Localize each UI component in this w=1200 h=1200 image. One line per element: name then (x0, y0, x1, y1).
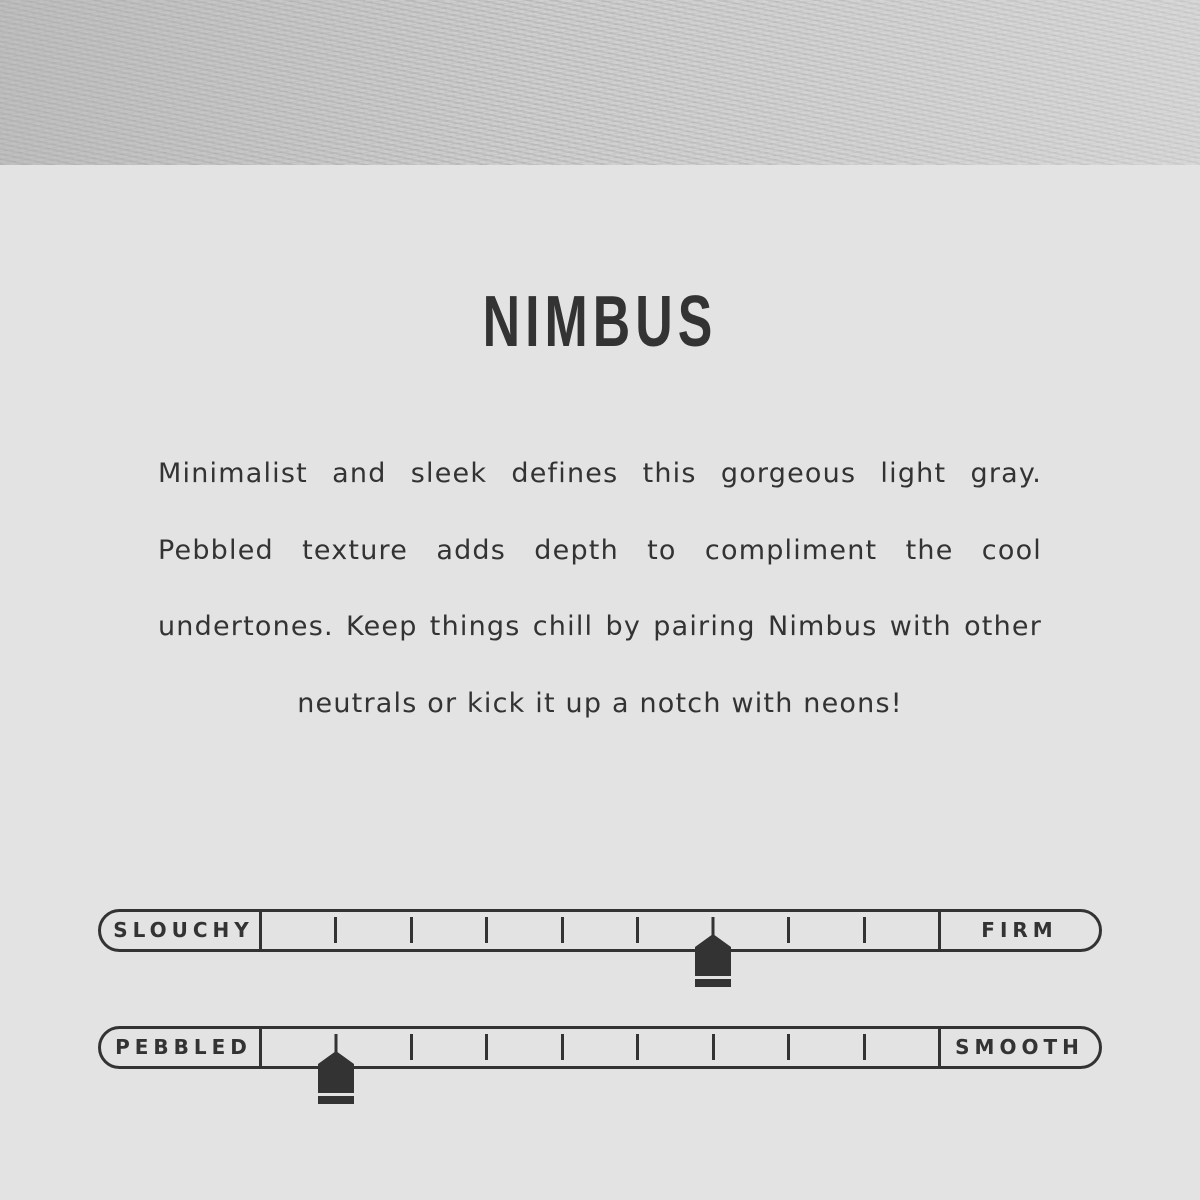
scale-tick (409, 1034, 413, 1060)
scale-tick (787, 1034, 791, 1060)
leather-swatch-image (0, 0, 1200, 165)
scale-tick (862, 917, 866, 943)
scale-left-label: PEBBLED (115, 1035, 252, 1059)
scale-tick (485, 917, 489, 943)
scale-tick (409, 917, 413, 943)
marker-pointer-icon (317, 1034, 354, 1104)
scale-tick (636, 1034, 640, 1060)
scale-tick (560, 1034, 564, 1060)
scale-tick (485, 1034, 489, 1060)
scale-marker (317, 1034, 355, 1104)
product-card: NIMBUS Minimalist and sleek defines this… (0, 0, 1200, 1200)
scale-left-label: SLOUCHY (113, 918, 254, 942)
description-line: neutrals or kick it up a notch with neon… (297, 687, 903, 719)
scale-right-divider (938, 909, 941, 952)
scale-tick (787, 917, 791, 943)
scale-right-divider (938, 1026, 941, 1069)
pebbled-smooth-scale: PEBBLED SMOOTH (98, 1026, 1102, 1104)
marker-pointer-icon (695, 917, 732, 987)
scale-tick (560, 917, 564, 943)
scale-tick (711, 1034, 715, 1060)
scale-tick (636, 917, 640, 943)
product-title: NIMBUS (482, 282, 718, 362)
scale-tick (334, 917, 338, 943)
scale-right-label: FIRM (981, 918, 1058, 942)
scale-right-label: SMOOTH (955, 1035, 1084, 1059)
scale-tick (862, 1034, 866, 1060)
description-line: Minimalist and sleek defines this gorgeo… (158, 458, 1042, 489)
scale-marker (694, 917, 732, 987)
description-line: undertones. Keep things chill by pairing… (158, 611, 1042, 642)
slouchy-firm-scale: SLOUCHY FIRM (98, 909, 1102, 987)
description-line: Pebbled texture adds depth to compliment… (158, 534, 1042, 566)
product-description: Minimalist and sleek defines this gorgeo… (158, 436, 1042, 742)
